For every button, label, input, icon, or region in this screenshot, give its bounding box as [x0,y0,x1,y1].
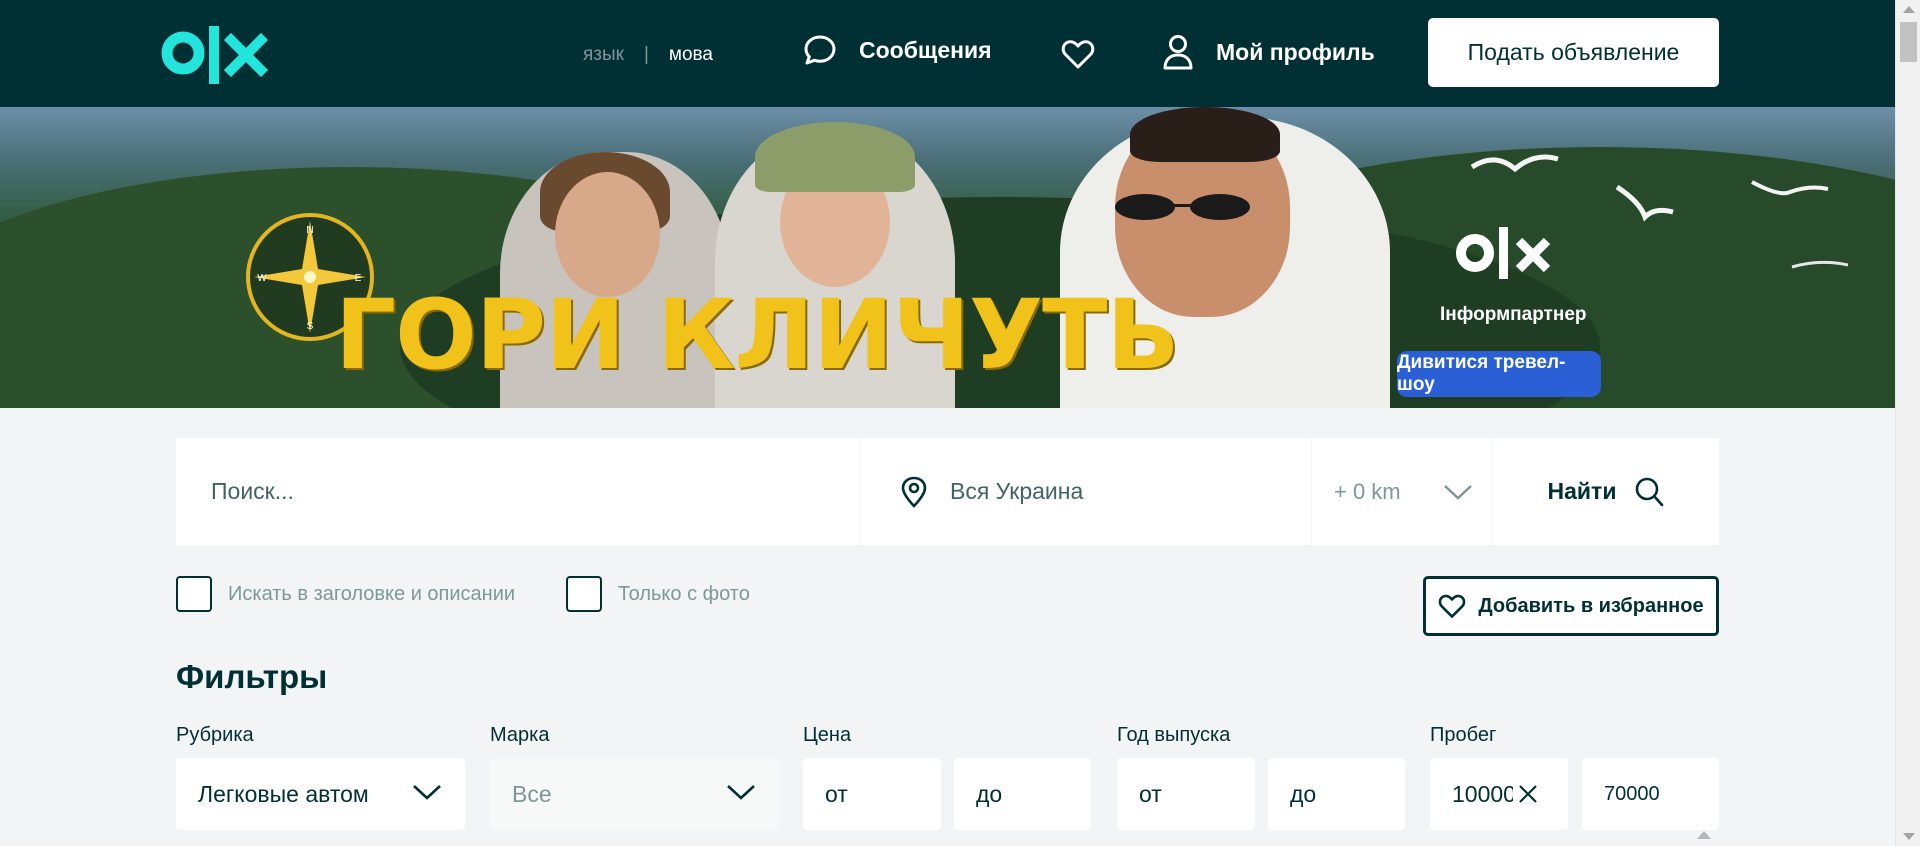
year-to-input[interactable]: до [1268,758,1405,830]
user-icon [1163,35,1193,70]
messages-link[interactable]: Сообщения [803,34,992,66]
mileage-to-value: 70000 [1604,782,1660,805]
heart-icon[interactable] [1061,38,1095,70]
category-value: Легковые автом [198,780,369,807]
year-to-value: до [1290,780,1317,807]
banner-title: ГОРИ КЛИЧУТЬ [335,279,1180,391]
profile-label: Мой профиль [1216,38,1375,65]
category-select[interactable]: Легковые автом [176,758,465,830]
profile-link[interactable]: Мой профиль [1162,34,1375,70]
year-label: Год выпуска [1117,724,1231,746]
checkbox-box[interactable] [176,576,212,612]
checkbox-label: Только с фото [618,582,750,605]
price-from-value: от [825,780,848,807]
brand-value: Все [512,780,552,807]
category-label: Рубрика [176,724,254,746]
brand-select[interactable]: Все [490,758,779,830]
watch-show-button[interactable]: Дивитися тревел-шоу [1397,351,1601,397]
seagull-icon [1791,260,1849,269]
heart-icon [1439,594,1466,618]
compass-s: S [307,321,314,332]
location-selector[interactable]: Вся Украина [860,438,1312,545]
checkbox-label: Искать в заголовке и описании [228,582,516,605]
filters-title: Фильтры [176,658,328,695]
search-input[interactable] [176,438,860,545]
chevron-down-icon [1444,484,1472,500]
clear-icon[interactable] [1518,784,1538,804]
compass-w: W [257,273,267,284]
year-from-value: от [1139,780,1162,807]
post-ad-button[interactable]: Подать объявление [1428,18,1719,87]
top-header: язык | мова Сообщения Мой профиль Подать… [0,0,1895,107]
chevron-down-icon [727,785,755,800]
add-to-favorites-button[interactable]: Добавить в избранное [1423,576,1719,636]
search-icon [1636,477,1664,506]
find-label: Найти [1547,478,1617,504]
olx-banner-logo [1456,227,1551,279]
find-button[interactable]: Найти [1493,438,1719,545]
seagull-icon [1615,184,1674,222]
search-in-description-checkbox[interactable]: Искать в заголовке и описании [176,576,515,612]
language-switcher: язык | мова [583,44,713,66]
mileage-label: Пробег [1430,724,1497,746]
olx-logo[interactable] [161,26,271,84]
chevron-down-icon [413,785,441,800]
chat-bubble-icon [804,35,836,65]
lang-ru[interactable]: язык [583,44,624,66]
add-favorite-label: Добавить в избранное [1478,594,1704,617]
price-to-input[interactable]: до [954,758,1091,830]
only-with-photo-checkbox[interactable]: Только с фото [566,576,750,612]
mileage-to-input[interactable]: 70000 [1582,758,1719,830]
seagull-icon [1751,180,1829,196]
checkbox-box[interactable] [566,576,602,612]
messages-label: Сообщения [859,36,992,63]
compass-n: N [306,225,313,236]
page-scrollbar[interactable] [1895,0,1920,846]
scroll-down-arrow-icon[interactable] [1903,833,1915,840]
lang-separator: | [643,44,649,65]
mileage-from-value: 10000 [1452,780,1513,807]
price-to-value: до [976,780,1003,807]
lang-ua[interactable]: мова [669,44,713,66]
scroll-up-arrow-icon[interactable] [1903,6,1915,13]
mileage-from-input[interactable]: 10000 [1430,758,1568,830]
radius-value: + 0 km [1334,478,1401,504]
radius-selector[interactable]: + 0 km [1312,438,1493,545]
location-value: Вся Украина [950,478,1084,504]
year-from-input[interactable]: от [1117,758,1255,830]
seagull-icon [1470,154,1559,173]
promo-banner[interactable]: N E S W ГОРИ КЛИЧУТЬ Інформпартнер Дивит… [0,107,1895,408]
search-bar: Вся Украина + 0 km Найти [176,438,1719,545]
brand-label: Марка [490,724,550,746]
scroll-to-top-icon[interactable] [1697,831,1711,839]
map-pin-icon [901,476,927,508]
price-label: Цена [803,724,852,746]
scroll-thumb[interactable] [1900,22,1917,62]
price-from-input[interactable]: от [803,758,941,830]
partner-label: Інформпартнер [1440,304,1587,325]
